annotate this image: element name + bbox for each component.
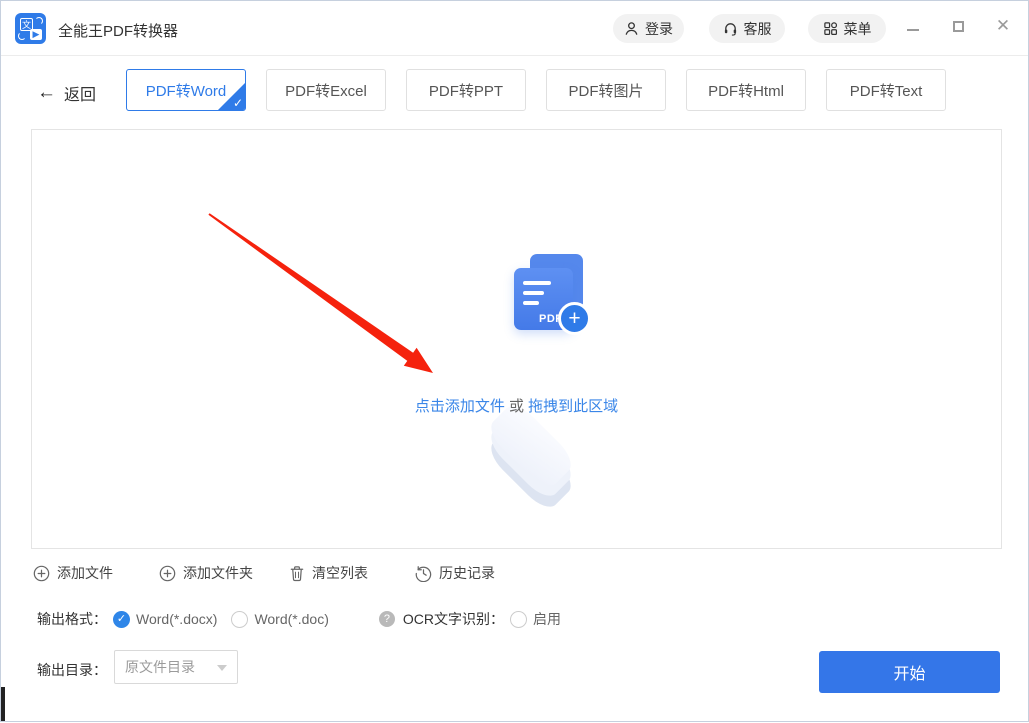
clear-list-button[interactable]: 清空列表 xyxy=(289,562,368,584)
doc-line xyxy=(523,301,539,305)
add-file-label: 添加文件 xyxy=(57,563,113,583)
tab-pdf-to-image[interactable]: PDF转图片 xyxy=(546,69,666,111)
tab-label: PDF转图片 xyxy=(568,80,643,101)
tab-pdf-to-excel[interactable]: PDF转Excel xyxy=(266,69,386,111)
ocr-enable-label[interactable]: 启用 xyxy=(533,609,561,629)
output-dir-value: 原文件目录 xyxy=(125,659,195,675)
app-title: 全能王PDF转换器 xyxy=(58,20,178,41)
tab-label: PDF转PPT xyxy=(429,80,503,101)
background-window-edge xyxy=(1,687,5,721)
ocr-help-icon[interactable]: ? xyxy=(379,611,395,627)
support-label: 客服 xyxy=(744,19,772,39)
output-format-row: 输出格式： ✓ Word(*.docx) Word(*.doc) ? OCR文字… xyxy=(37,608,561,630)
history-button[interactable]: 历史记录 xyxy=(415,562,495,584)
menu-button[interactable]: 菜单 xyxy=(808,14,886,43)
clock-history-icon xyxy=(415,565,432,582)
output-dir-select[interactable]: 原文件目录 xyxy=(114,650,238,684)
tab-label: PDF转Text xyxy=(850,80,923,101)
check-icon: ✓ xyxy=(233,96,243,110)
dropzone-hint: 点击添加文件 或 拖拽到此区域 xyxy=(32,395,1001,416)
back-label: 返回 xyxy=(64,81,96,105)
output-dir-label: 输出目录： xyxy=(37,660,107,680)
maximize-button[interactable] xyxy=(945,13,971,39)
doc-line xyxy=(523,281,551,285)
click-add-files-link[interactable]: 点击添加文件 xyxy=(415,398,505,415)
tab-pdf-to-ppt[interactable]: PDF转PPT xyxy=(406,69,526,111)
tab-label: PDF转Html xyxy=(708,80,784,101)
login-label: 登录 xyxy=(645,19,673,39)
radio-word-doc[interactable] xyxy=(231,611,248,628)
grid-menu-icon xyxy=(823,21,838,36)
maximize-icon xyxy=(953,21,964,32)
minimize-icon xyxy=(907,29,919,31)
back-button[interactable]: ← 返回 xyxy=(37,81,96,105)
tab-pdf-to-word[interactable]: PDF转Word ✓ xyxy=(126,69,246,111)
add-file-button[interactable]: 添加文件 xyxy=(33,562,113,584)
output-format-label: 输出格式： xyxy=(37,609,107,629)
menu-label: 菜单 xyxy=(844,19,872,39)
tab-pdf-to-html[interactable]: PDF转Html xyxy=(686,69,806,111)
clear-list-label: 清空列表 xyxy=(312,563,368,583)
file-drop-zone[interactable]: PDF + 点击添加文件 或 拖拽到此区域 xyxy=(31,129,1002,549)
word-docx-label[interactable]: Word(*.docx) xyxy=(136,611,217,627)
app-window: 文 ▶ 全能王PDF转换器 登录 客服 菜单 ✕ ← 返回 PDF转Word ✓… xyxy=(0,0,1029,722)
tab-pdf-to-text[interactable]: PDF转Text xyxy=(826,69,946,111)
support-button[interactable]: 客服 xyxy=(709,14,785,43)
tab-label: PDF转Excel xyxy=(285,80,367,101)
headset-icon xyxy=(723,21,738,36)
chevron-down-icon xyxy=(217,665,227,671)
logo-curve-arrow-icon xyxy=(35,17,43,25)
drag-here-link[interactable]: 拖拽到此区域 xyxy=(528,398,618,415)
circle-plus-icon xyxy=(159,565,176,582)
doc-line xyxy=(523,291,544,295)
close-button[interactable]: ✕ xyxy=(990,13,1016,39)
logo-curve-arrow-icon xyxy=(18,32,26,40)
ocr-label: OCR文字识别： xyxy=(403,609,504,629)
back-arrow-icon: ← xyxy=(37,82,56,104)
app-logo-icon: 文 ▶ xyxy=(15,13,46,44)
add-plus-icon: + xyxy=(558,302,591,335)
tab-label: PDF转Word xyxy=(146,80,227,101)
login-button[interactable]: 登录 xyxy=(613,14,684,43)
trash-icon xyxy=(289,565,305,582)
user-icon xyxy=(624,21,639,36)
logo-arrow-glyph: ▶ xyxy=(30,29,42,40)
radio-word-docx[interactable]: ✓ xyxy=(113,611,130,628)
add-folder-label: 添加文件夹 xyxy=(183,563,253,583)
close-icon: ✕ xyxy=(996,16,1010,36)
history-label: 历史记录 xyxy=(439,563,495,583)
circle-plus-icon xyxy=(33,565,50,582)
word-doc-label[interactable]: Word(*.doc) xyxy=(254,611,328,627)
start-button[interactable]: 开始 xyxy=(819,651,1000,693)
add-folder-button[interactable]: 添加文件夹 xyxy=(159,562,253,584)
minimize-button[interactable] xyxy=(900,13,926,39)
radio-ocr-enable[interactable] xyxy=(510,611,527,628)
title-bar: 文 ▶ 全能王PDF转换器 登录 客服 菜单 ✕ xyxy=(1,1,1028,56)
or-text: 或 xyxy=(505,398,528,415)
